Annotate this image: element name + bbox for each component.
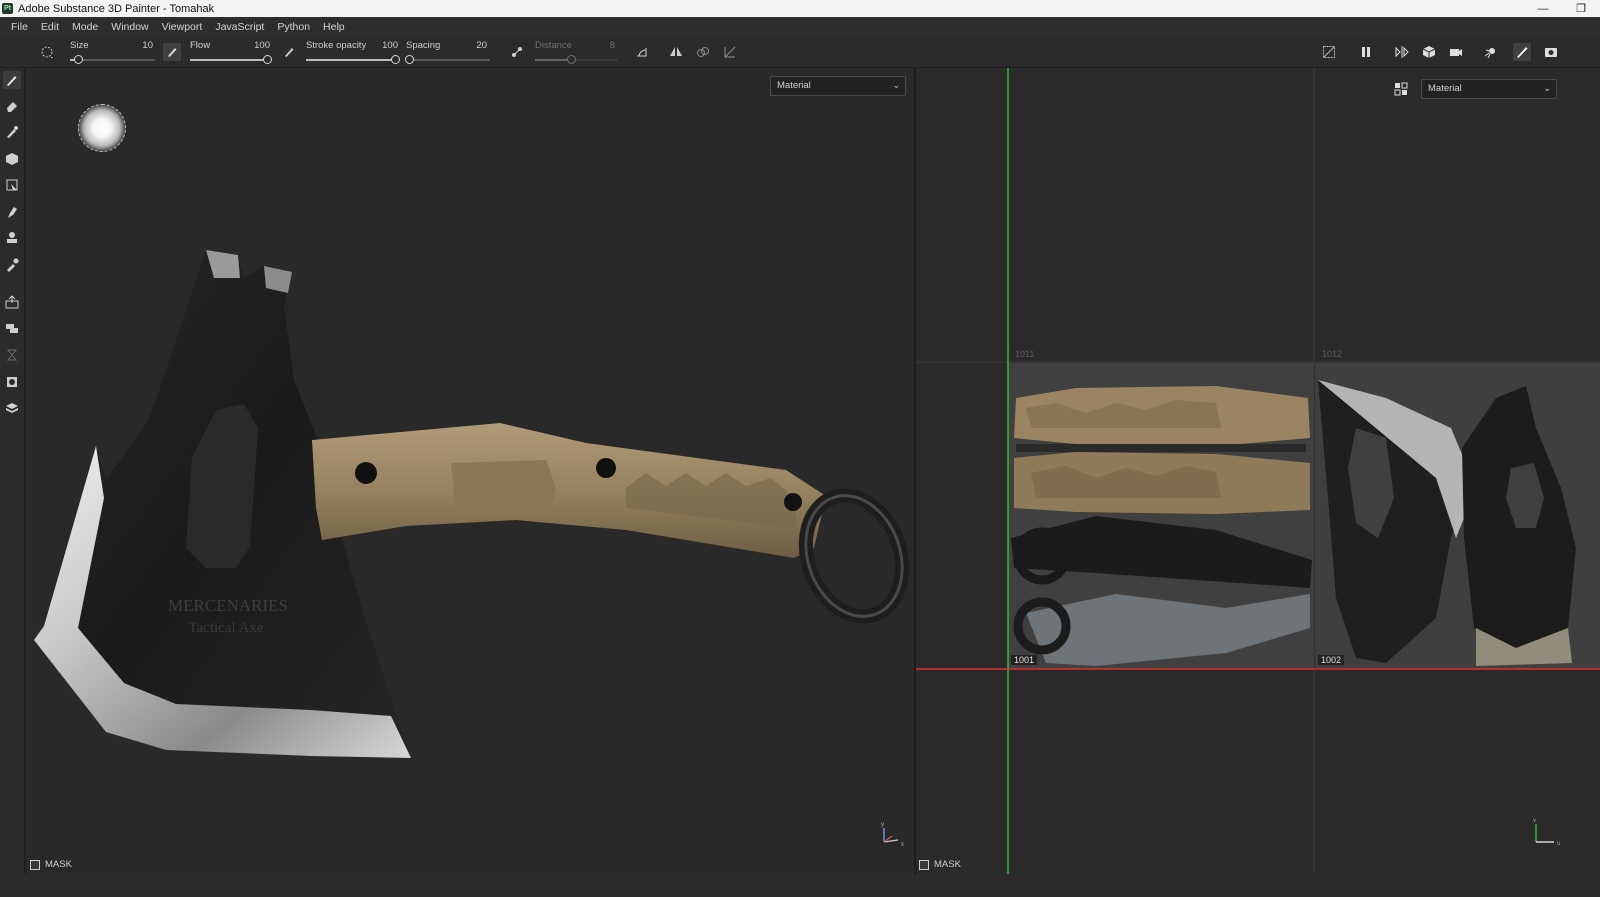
bake-icon[interactable] [3,293,21,311]
size-slider-handle[interactable] [74,55,83,64]
udim-label-1011: 1011 [1015,349,1035,359]
clone-icon[interactable] [3,229,21,247]
restore-button[interactable]: ❐ [1562,0,1600,17]
cube-icon[interactable] [1420,43,1438,61]
hide-icon[interactable] [1320,43,1338,61]
menu-window[interactable]: Window [105,21,155,33]
screenshot-icon[interactable] [1542,43,1560,61]
stroke-opacity-slider-handle[interactable] [391,55,400,64]
window-title: Adobe Substance 3D Painter - Tomahak [18,2,215,15]
stroke-opacity-value[interactable]: 100 [373,40,398,51]
gizmo-v-label: v [1533,818,1536,824]
viewport-2d-channel-value: Material [1428,83,1462,94]
distance-value: 8 [609,40,615,51]
uv-gizmo: v u [1533,818,1560,847]
engraving-line-1: MERCENARIES [168,596,288,615]
axis-gizmo: y x [881,822,904,848]
viewport-3d-mask-toggle[interactable]: MASK [30,859,72,870]
lazy-mouse-icon[interactable] [508,43,526,61]
mask-label: MASK [934,859,961,870]
3d-view-icon[interactable] [3,399,21,417]
engraving-line-2: Tactical Axe [188,620,264,636]
mask-checkbox[interactable] [30,859,40,870]
menu-bar: File Edit Mode Window Viewport JavaScrip… [0,17,1600,37]
app-logo-icon: Pt [2,3,13,14]
mask-layer-icon[interactable] [3,346,21,364]
flow-slider-fill [190,59,268,61]
udim-label-1012: 1012 [1322,349,1343,359]
udim-label-1002: 1002 [1318,655,1345,665]
geometry-mask-icon[interactable] [3,176,21,194]
window-controls: — ❐ [1524,0,1600,17]
tool-bar [0,68,25,897]
spacing-slider[interactable] [405,55,490,64]
minimize-button[interactable]: — [1524,0,1562,17]
size-slider[interactable] [70,55,155,64]
color-picker-icon[interactable] [3,256,21,274]
paint-mode-icon[interactable] [1513,43,1531,61]
quick-mask-icon[interactable] [3,319,21,337]
menu-help[interactable]: Help [317,21,352,33]
angle-icon[interactable] [633,43,651,61]
menu-file[interactable]: File [5,21,35,33]
viewport-2d-mask-toggle[interactable]: MASK [919,859,961,870]
size-label: Size [70,40,89,51]
chevron-down-icon: ⌄ [1543,83,1551,93]
split-view-icon[interactable] [1393,43,1411,61]
viewport-3d[interactable]: Material ⌄ MERCENARIES Tactical Axe y x [26,68,914,874]
brush-shape-icon[interactable] [38,43,56,61]
tool-properties-bar: Size 10 Flow 100 Stroke opacity 100 Spac… [0,37,1600,68]
distance-slider [535,55,617,64]
symmetry-mirror-icon[interactable] [694,43,712,61]
stroke-opacity-label: Stroke opacity [306,40,367,51]
eraser-icon[interactable] [3,97,21,115]
tomahawk-3d-model: MERCENARIES Tactical Axe [34,250,910,758]
mask-label: MASK [45,859,72,870]
layer-export-icon[interactable] [3,373,21,391]
size-value[interactable]: 10 [128,40,153,51]
flow-value[interactable]: 100 [245,40,270,51]
menu-edit[interactable]: Edit [35,21,66,33]
viewport-2d[interactable]: 1011 1012 1001 1002 Material ⌄ v u [916,68,1600,874]
uv-layout [916,68,1600,874]
pause-icon[interactable] [1357,43,1375,61]
light-icon[interactable] [1482,43,1500,61]
flow-slider[interactable] [190,55,272,64]
distance-label: Distance [535,40,572,51]
viewport-2d-channel-dropdown[interactable]: Material ⌄ [1421,79,1557,99]
pressure-icon[interactable] [163,43,181,61]
title-bar: Pt Adobe Substance 3D Painter - Tomahak … [0,0,1600,17]
projection-icon[interactable] [3,123,21,141]
gizmo-y-label: y [881,822,884,828]
smudge-icon[interactable] [3,203,21,221]
spacing-slider-handle[interactable] [405,55,414,64]
menu-javascript[interactable]: JavaScript [209,21,271,33]
gizmo-x-label: x [901,842,904,848]
grid-settings-icon[interactable] [1392,80,1410,98]
spacing-value[interactable]: 20 [462,40,487,51]
alignment-icon[interactable] [280,43,298,61]
polygon-fill-icon[interactable] [3,150,21,168]
distance-slider-handle [567,55,576,64]
menu-python[interactable]: Python [271,21,317,33]
flow-label: Flow [190,40,211,51]
symmetry-icon[interactable] [667,43,685,61]
menu-mode[interactable]: Mode [66,21,105,33]
udim-label-1001: 1001 [1011,655,1038,665]
paint-brush-icon[interactable] [3,71,21,89]
symmetry-axis-icon[interactable] [721,43,739,61]
stroke-opacity-slider[interactable] [306,55,400,64]
mask-checkbox[interactable] [919,859,929,870]
stroke-opacity-slider-fill [306,59,396,61]
gizmo-u-label: u [1557,841,1560,847]
spacing-label: Spacing [406,40,441,51]
status-bar [0,874,1600,897]
flow-slider-handle[interactable] [263,55,272,64]
camera-icon[interactable] [1447,43,1465,61]
menu-viewport[interactable]: Viewport [156,21,210,33]
